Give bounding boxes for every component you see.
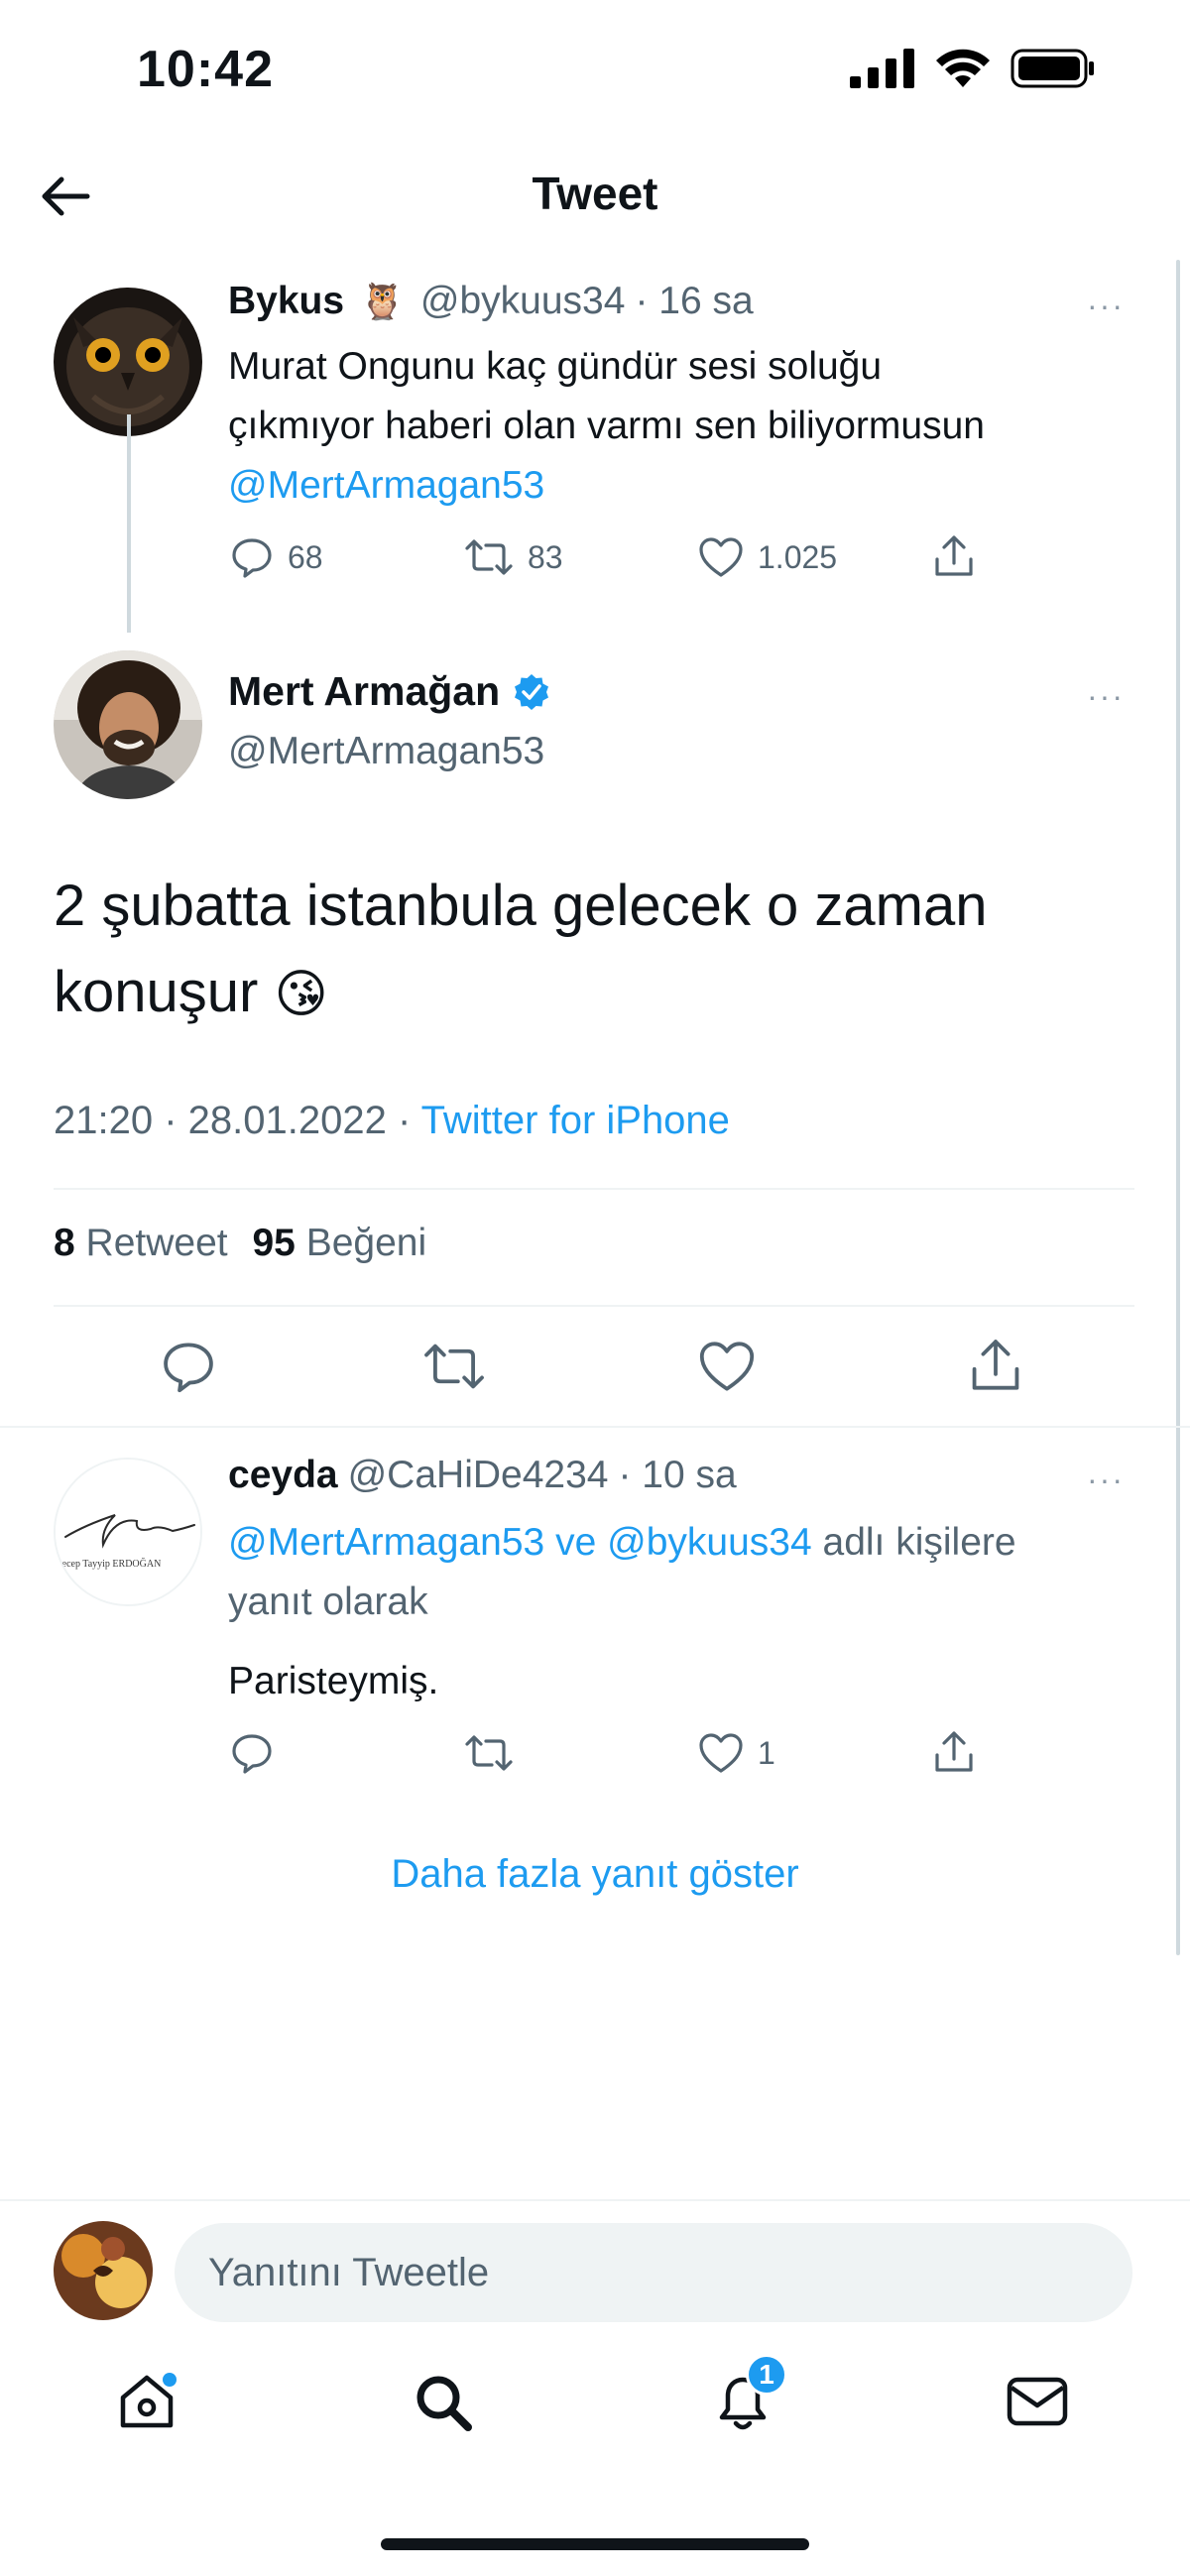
tweet-text-line: konuşur 😘 [54, 949, 1134, 1038]
kiss-emoji: 😘 [274, 966, 328, 1023]
tweet-text-span: konuşur [54, 960, 259, 1024]
retweet-icon [424, 1344, 484, 1389]
replying-to-line: @MertArmagan53 ve @bykuus34 adlı kişiler… [228, 1513, 1160, 1573]
reply-input[interactable] [175, 2223, 1132, 2322]
reply-icon [232, 1734, 272, 1774]
more-options-button[interactable]: ··· [1087, 288, 1125, 324]
status-icons [850, 44, 1096, 93]
reply-button[interactable] [161, 1339, 216, 1399]
source-link[interactable]: Twitter for iPhone [421, 1099, 730, 1142]
tab-notifications[interactable]: 1 [710, 2354, 787, 2442]
more-options-button[interactable]: ··· [1087, 678, 1125, 715]
home-indicator [381, 2538, 809, 2550]
tweet-time: · 16 sa [635, 280, 754, 322]
engagement-stats: 8 Retweet 95 Beğeni [54, 1222, 426, 1265]
author-handle[interactable]: @MertArmagan53 [228, 730, 544, 773]
reply-icon [232, 538, 272, 578]
like-button[interactable] [698, 1339, 756, 1399]
replying-to-line2: yanıt olarak [228, 1581, 428, 1623]
bottom-tab-bar: 1 [0, 2350, 1190, 2479]
tab-search[interactable] [413, 2372, 474, 2438]
share-icon [972, 1340, 1019, 1390]
tweet-author: Mert Armağan [228, 668, 551, 715]
tweet-text-line: çıkmıyor haberi olan varmı sen biliyormu… [228, 405, 985, 447]
heart-icon [699, 537, 743, 577]
author-handle[interactable]: @bykuus34 [420, 280, 626, 323]
avatar[interactable]: Recep Tayyip ERDOĞAN [54, 1458, 202, 1606]
tab-messages[interactable] [1006, 2374, 1069, 2434]
divider [54, 1305, 1134, 1307]
page-title: Tweet [532, 168, 658, 219]
replying-to-suffix: adlı kişilere [822, 1521, 1016, 1564]
tweet-text-line: 2 şubatta istanbula gelecek o zaman [54, 874, 988, 938]
verified-badge-icon [515, 673, 549, 710]
share-icon [935, 1731, 973, 1772]
wifi-icon [936, 49, 990, 87]
owl-emoji: 🦉 [360, 281, 405, 321]
timestamp-text: 21:20 · 28.01.2022 · [54, 1099, 412, 1142]
retweet-button[interactable] [422, 1339, 486, 1399]
avatar[interactable] [54, 650, 202, 799]
retweet-total-label[interactable]: Retweet [86, 1222, 228, 1264]
thread-line [127, 414, 131, 633]
tweet-text-line: Murat Ongunu kaç gündür sesi soluğu [228, 345, 883, 388]
mail-icon [1007, 2377, 1068, 2426]
show-more-replies-link[interactable]: Daha fazla yanıt göster [0, 1852, 1190, 1897]
share-icon [935, 535, 973, 576]
retweet-total[interactable]: 8 [54, 1222, 75, 1264]
mention-link[interactable]: @MertArmagan53 [228, 456, 1140, 516]
retweet-button[interactable]: 83 [464, 535, 563, 579]
like-total[interactable]: 95 [252, 1222, 295, 1264]
share-button[interactable] [932, 1729, 976, 1780]
like-button[interactable]: 1 [698, 1731, 775, 1775]
tab-home[interactable] [115, 2370, 178, 2438]
author-name[interactable]: Bykus [228, 280, 344, 323]
author-handle[interactable]: @CaHiDe4234 [348, 1454, 609, 1497]
cellular-signal-icon [850, 49, 914, 88]
heart-icon [699, 1342, 755, 1391]
reply-button[interactable] [230, 1731, 274, 1775]
divider [0, 2199, 1190, 2201]
like-count: 1.025 [758, 538, 838, 575]
reply-icon [164, 1343, 213, 1393]
divider [0, 1426, 1190, 1428]
retweet-button[interactable] [464, 1731, 514, 1775]
notification-badge: 1 [746, 2354, 787, 2396]
battery-icon [1011, 49, 1094, 88]
retweet-count: 83 [528, 538, 563, 575]
tweet-timestamp: 21:20 · 28.01.2022 · Twitter for iPhone [54, 1099, 730, 1143]
reply-button[interactable]: 68 [230, 535, 323, 579]
reply-count: 68 [288, 538, 323, 575]
author-name[interactable]: Mert Armağan [228, 668, 500, 715]
search-icon [416, 2376, 472, 2431]
more-options-button[interactable]: ··· [1087, 1462, 1125, 1498]
main-tweet-text: 2 şubatta istanbula gelecek o zaman konu… [54, 863, 1134, 1038]
like-count: 1 [758, 1734, 775, 1771]
like-button[interactable]: 1.025 [698, 535, 837, 579]
divider [54, 1188, 1134, 1190]
author-name[interactable]: ceyda [228, 1454, 338, 1497]
home-icon [120, 2373, 177, 2428]
status-time: 10:42 [137, 41, 274, 98]
tweet-text: Paristeymiş. [228, 1660, 439, 1702]
tweet-header: ceyda @CaHiDe4234 · 10 sa [228, 1454, 737, 1497]
mention-link[interactable]: @MertArmagan53 [228, 1521, 544, 1564]
scrollbar[interactable] [1176, 260, 1180, 1955]
like-total-label[interactable]: Beğeni [306, 1222, 426, 1264]
tweet-header: Bykus 🦉 @bykuus34 · 16 sa [228, 280, 754, 323]
avatar[interactable] [54, 2221, 153, 2320]
retweet-icon [465, 539, 513, 575]
replying-connector: ve [555, 1521, 597, 1564]
mention-link[interactable]: @bykuus34 [607, 1521, 812, 1564]
share-button[interactable] [968, 1337, 1023, 1399]
share-button[interactable] [932, 533, 976, 584]
tweet-time: · 10 sa [618, 1454, 737, 1496]
heart-icon [699, 1733, 743, 1773]
retweet-icon [465, 1735, 513, 1771]
replying-to: @MertArmagan53 ve @bykuus34 adlı kişiler… [228, 1513, 1160, 1632]
avatar-caption: Recep Tayyip ERDOĞAN [56, 1558, 161, 1570]
tweet-text: Murat Ongunu kaç gündür sesi soluğu çıkm… [228, 337, 1140, 516]
